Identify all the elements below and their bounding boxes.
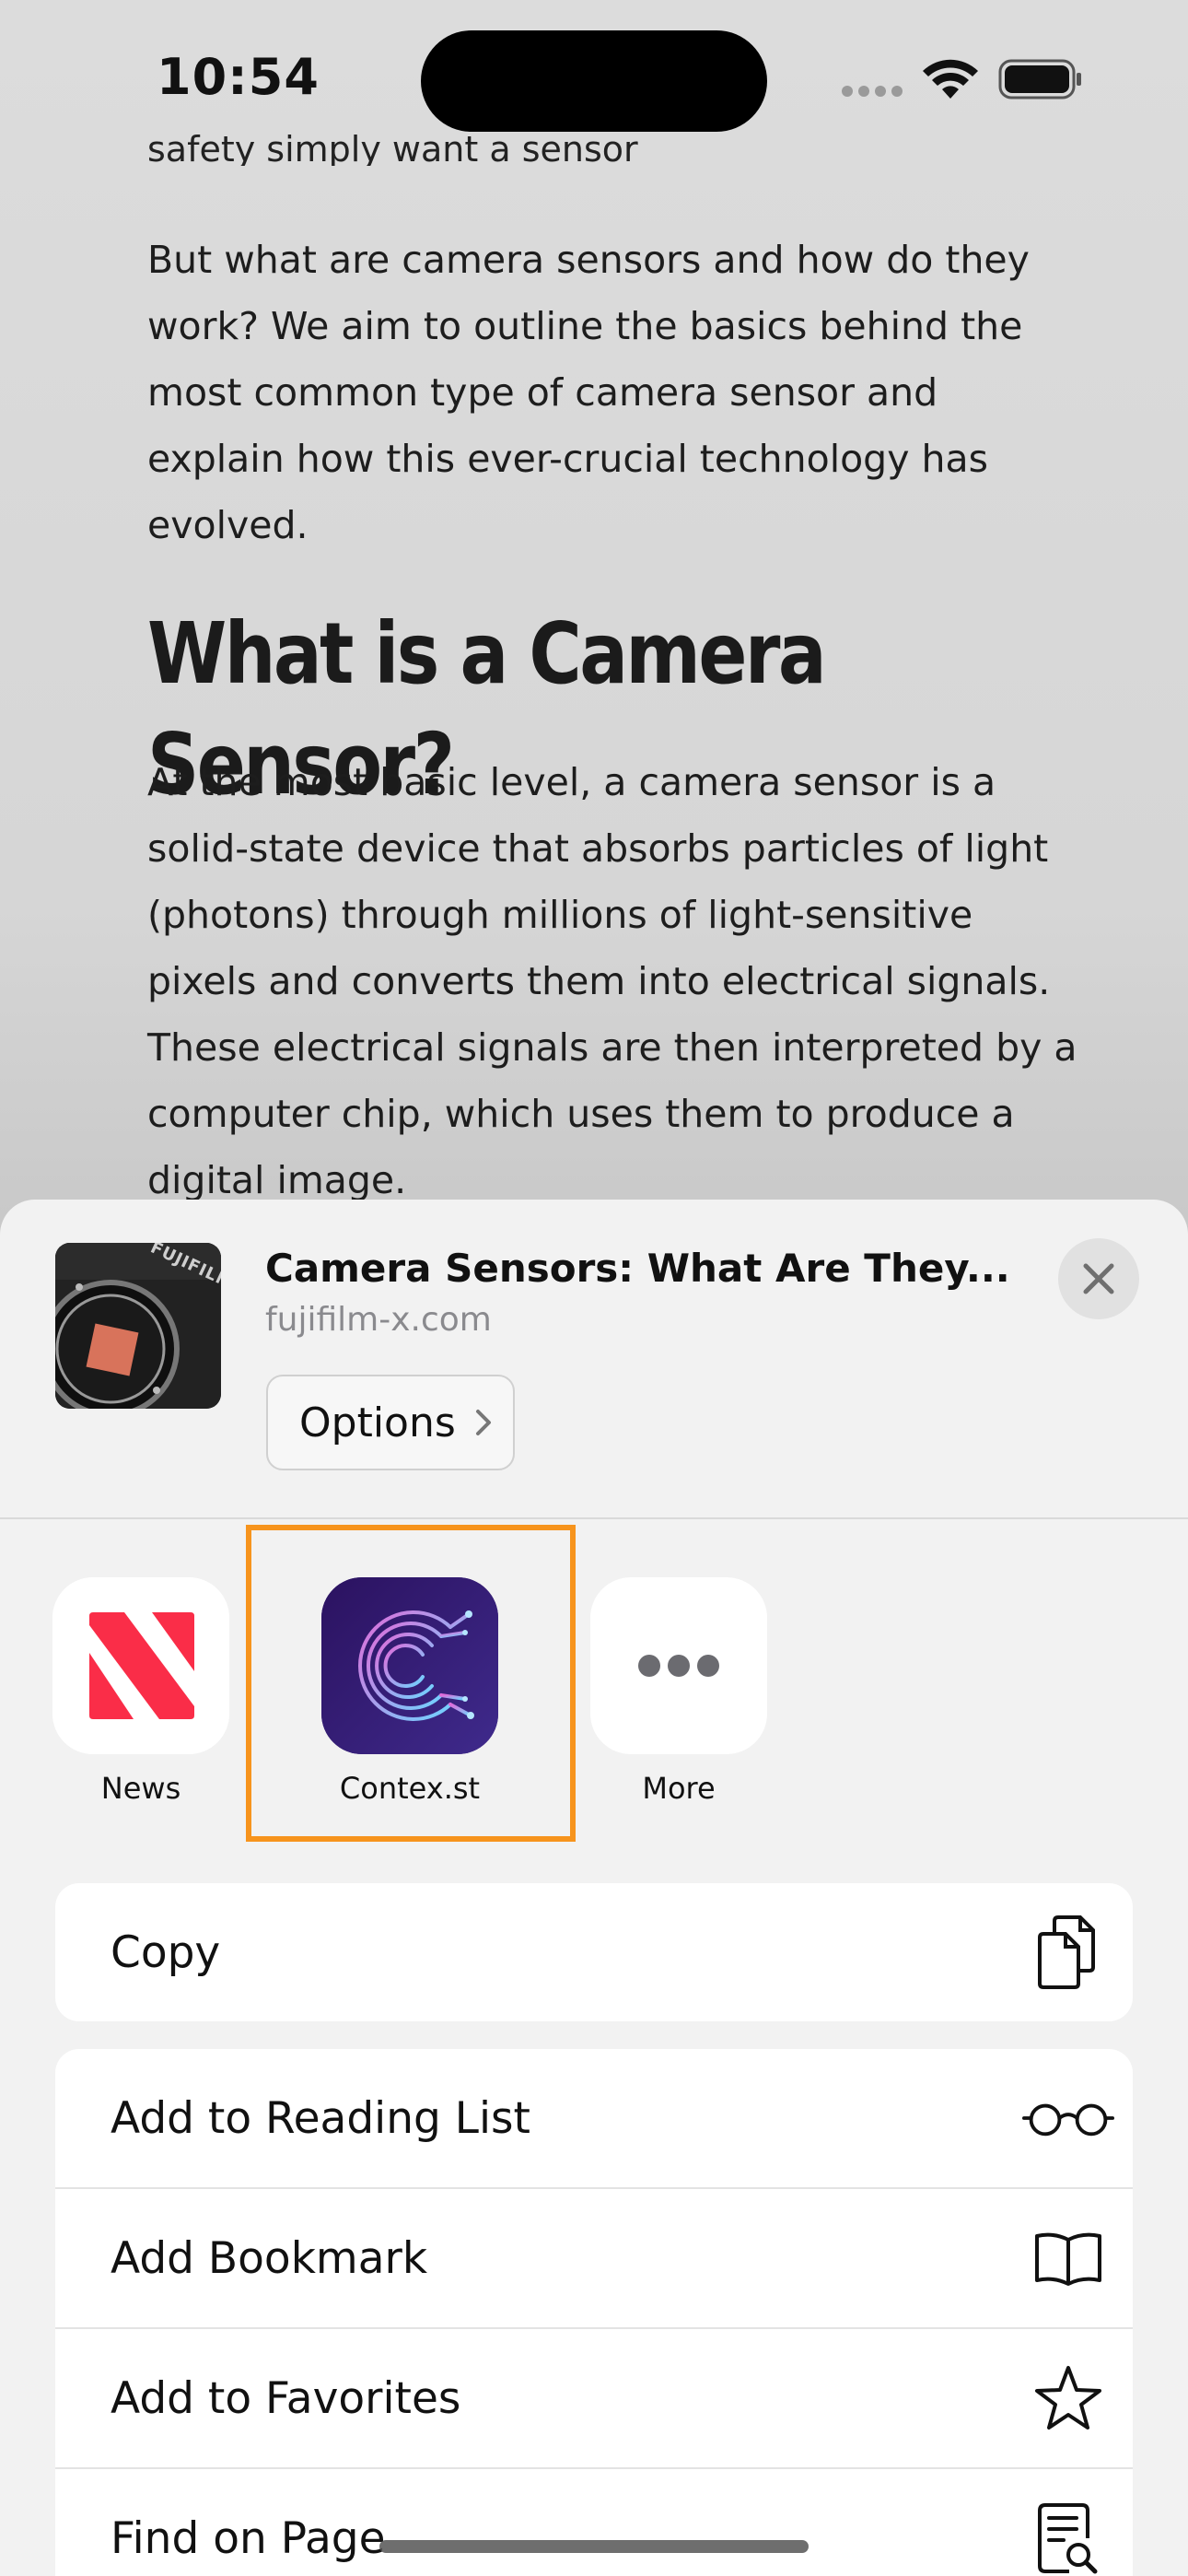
glasses-icon — [1022, 2072, 1114, 2164]
add-bookmark-label: Add Bookmark — [111, 2232, 428, 2284]
add-bookmark-action[interactable]: Add Bookmark — [55, 2189, 1133, 2329]
find-on-page-action[interactable]: Find on Page — [55, 2469, 1133, 2576]
action-group-main: Add to Reading List Add Bookmark Add to … — [55, 2049, 1133, 2576]
star-icon — [1022, 2352, 1114, 2444]
status-time: 10:54 — [157, 48, 320, 106]
news-app-label: News — [100, 1771, 181, 1806]
copy-icon — [1022, 1906, 1114, 1998]
add-to-reading-list-action[interactable]: Add to Reading List — [55, 2049, 1133, 2189]
close-button[interactable] — [1058, 1238, 1139, 1319]
share-sheet: FUJIFILM Camera Sensors: What Are They..… — [0, 1200, 1188, 2576]
sheet-divider — [0, 1517, 1188, 1519]
copy-action[interactable]: Copy — [55, 1883, 1133, 2021]
article-paragraph-1: But what are camera sensors and how do t… — [147, 238, 1030, 547]
add-to-favorites-label: Add to Favorites — [111, 2372, 461, 2424]
cellular-signal-dot — [875, 86, 886, 97]
app-highlight-frame — [246, 1525, 576, 1842]
more-icon — [638, 1655, 719, 1677]
chevron-right-icon — [475, 1410, 491, 1435]
link-thumbnail: FUJIFILM — [55, 1243, 221, 1409]
add-to-favorites-action[interactable]: Add to Favorites — [55, 2329, 1133, 2469]
article-page: 10:54 safety simply want a sensor But wh… — [0, 0, 1188, 1290]
cellular-signal-dot — [891, 86, 903, 97]
link-title: Camera Sensors: What Are They... — [265, 1246, 1010, 1291]
copy-label: Copy — [111, 1926, 221, 1978]
options-button[interactable]: Options — [266, 1375, 515, 1470]
close-icon — [1083, 1263, 1114, 1294]
cellular-signal-dot — [858, 86, 869, 97]
more-apps-button[interactable] — [590, 1577, 767, 1754]
article-cut-line: safety simply want a sensor — [147, 129, 638, 166]
article-paragraph-2: At the most basic level, a camera sensor… — [147, 760, 1077, 1202]
dynamic-island — [421, 30, 767, 132]
options-label: Options — [299, 1399, 456, 1446]
find-on-page-label: Find on Page — [111, 2512, 386, 2564]
news-icon — [52, 1577, 229, 1754]
news-app-button[interactable] — [52, 1577, 229, 1754]
add-to-reading-list-label: Add to Reading List — [111, 2092, 530, 2144]
cellular-signal-icon — [842, 86, 853, 97]
action-group-copy: Copy — [55, 1883, 1133, 2021]
battery-icon — [998, 59, 1081, 100]
more-apps-label: More — [642, 1771, 716, 1806]
link-domain: fujifilm-x.com — [265, 1301, 492, 1339]
home-indicator[interactable] — [379, 2540, 809, 2553]
find-on-page-icon — [1022, 2492, 1114, 2576]
book-icon — [1022, 2212, 1114, 2304]
wifi-icon — [923, 59, 978, 99]
